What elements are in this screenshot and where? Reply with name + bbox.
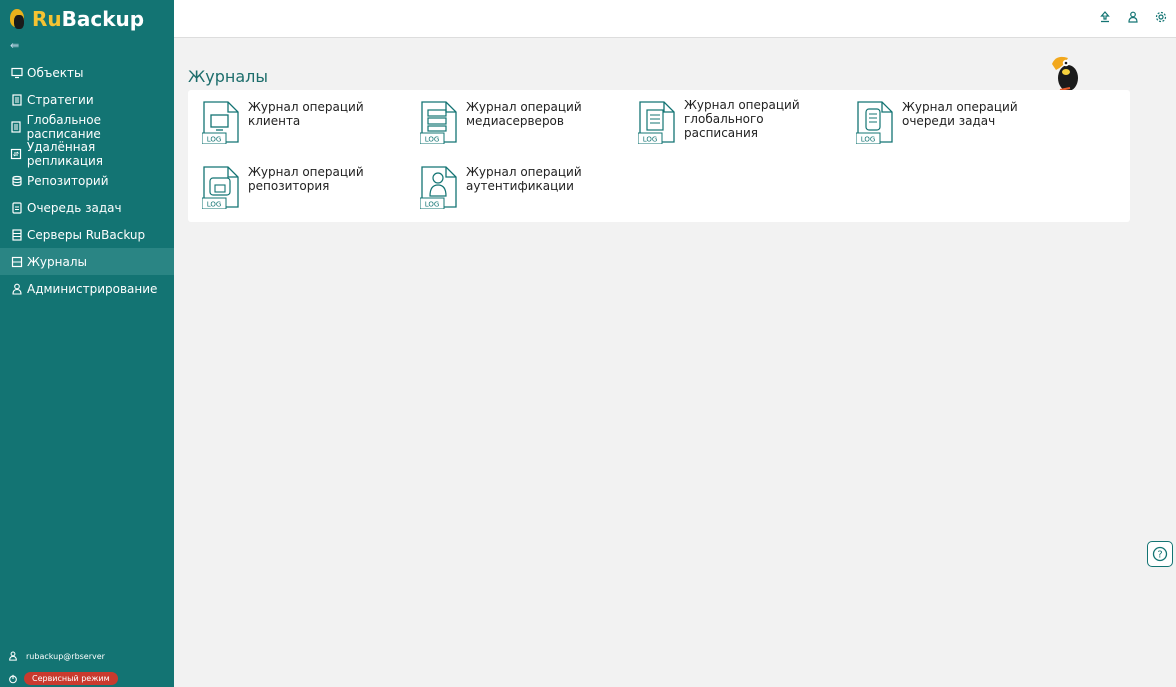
tile-label-line: репозитория (248, 179, 330, 193)
brand-part2: Backup (61, 6, 145, 31)
log-badge: LOG (207, 201, 222, 209)
brand-part1: Ru (32, 6, 62, 31)
log-badge: LOG (207, 136, 222, 144)
tile-label-line: аутентификации (466, 179, 574, 193)
sidebar-item-label: Администрирование (27, 281, 158, 296)
toucan-logo-icon (6, 7, 30, 31)
sidebar-item-label: Стратегии (27, 92, 94, 107)
sidebar-item-label: Глобальное расписание (26, 112, 101, 141)
tile-label-line: Журнал операций (248, 165, 364, 179)
settings-icon[interactable] (1154, 10, 1168, 24)
top-actions (1098, 10, 1168, 24)
tile-label: Журнал операций клиента (248, 100, 398, 128)
tile-label-line: Журнал операций (466, 165, 582, 179)
user-icon (8, 651, 18, 661)
service-mode-badge: Сервисный режим (24, 672, 118, 685)
brand-logo[interactable]: Ru Backup (0, 0, 174, 37)
auth-log-icon: LOG (419, 165, 458, 210)
tile-label-line: Журнал операций (902, 100, 1018, 114)
database-icon (10, 174, 23, 187)
queue-icon (10, 201, 23, 214)
log-badge: LOG (643, 136, 658, 144)
sidebar-item-strategies[interactable]: Стратегии (0, 86, 174, 113)
log-icon (10, 255, 23, 268)
tile-label-line: расписания (684, 126, 759, 140)
tile-label-line: клиента (248, 114, 301, 128)
sidebar-item-global-schedule[interactable]: Глобальное расписание (0, 112, 174, 141)
tile-label: Журнал операций репозитория (248, 165, 398, 193)
power-icon (8, 674, 18, 684)
collapse-menu-icon[interactable]: ⇚ (0, 37, 174, 55)
sidebar-item-objects[interactable]: Объекты (0, 59, 174, 86)
tile-label: Журнал операций очереди задач (902, 100, 1052, 128)
tile-label: Журнал операций аутентификации (466, 165, 616, 193)
schedule-icon (10, 120, 23, 133)
service-mode[interactable]: Сервисный режим (8, 672, 118, 685)
queue-log-icon: LOG (855, 100, 894, 145)
sidebar-nav: Объекты Стратегии Глобальное расписание … (0, 59, 174, 302)
sidebar-item-label: Журналы (27, 254, 87, 269)
sidebar-item-label: Удалённая репликация (26, 139, 104, 168)
log-tile-mediaservers[interactable]: LOG Журнал операций медиасерверов (419, 100, 630, 150)
tile-label-line: глобального (684, 112, 764, 126)
sidebar-item-repository[interactable]: Репозиторий (0, 167, 174, 194)
log-badge: LOG (861, 136, 876, 144)
log-tile-client[interactable]: LOG Журнал операций клиента (201, 100, 412, 150)
server-icon (10, 228, 23, 241)
username-label: rubackup@rbserver (26, 651, 105, 661)
log-badge: LOG (425, 201, 440, 209)
mediaserver-log-icon: LOG (419, 100, 458, 145)
profile-icon[interactable] (1126, 10, 1140, 24)
log-tile-global-schedule[interactable]: LOG Журнал операций глобального расписан… (637, 98, 848, 150)
monitor-icon (10, 66, 23, 79)
replication-icon (10, 147, 23, 160)
log-tile-authentication[interactable]: LOG Журнал операций аутентификации (419, 165, 630, 215)
sidebar-item-servers[interactable]: Серверы RuBackup (0, 221, 174, 248)
sidebar-item-task-queue[interactable]: Очередь задач (0, 194, 174, 221)
tile-label: Журнал операций медиасерверов (466, 100, 616, 128)
tile-label-line: Журнал операций (684, 98, 800, 112)
user-icon (10, 282, 23, 295)
logs-panel: LOG Журнал операций клиента LOG Журнал о… (188, 90, 1130, 222)
log-badge: LOG (425, 136, 440, 144)
help-button[interactable]: ? (1147, 541, 1173, 567)
sidebar-item-administration[interactable]: Администрирование (0, 275, 174, 302)
log-tile-task-queue[interactable]: LOG Журнал операций очереди задач (855, 100, 1066, 150)
tile-label-line: очереди задач (902, 114, 996, 128)
upload-icon[interactable] (1098, 10, 1112, 24)
tile-label-line: Журнал операций (248, 100, 364, 114)
sidebar-item-label: Репозиторий (27, 173, 109, 188)
sidebar-item-remote-replication[interactable]: Удалённая репликация (0, 139, 174, 168)
help-glyph: ? (1157, 550, 1162, 561)
top-bar (174, 0, 1176, 38)
sidebar-item-label: Очередь задач (27, 200, 122, 215)
sidebar-item-logs[interactable]: Журналы (0, 248, 174, 275)
tile-label-line: медиасерверов (466, 114, 564, 128)
page-title: Журналы (188, 67, 268, 86)
strategy-icon (10, 93, 23, 106)
sidebar-item-label: Серверы RuBackup (27, 227, 146, 242)
client-log-icon: LOG (201, 100, 240, 145)
tile-label: Журнал операций глобального расписания (684, 98, 834, 140)
sidebar: Ru Backup ⇚ Объекты Стратегии Глобальное … (0, 0, 174, 687)
schedule-log-icon: LOG (637, 100, 676, 145)
log-tile-repository[interactable]: LOG Журнал операций репозитория (201, 165, 412, 215)
tile-label-line: Журнал операций (466, 100, 582, 114)
sidebar-item-label: Объекты (27, 65, 84, 80)
repository-log-icon: LOG (201, 165, 240, 210)
help-icon: ? (1152, 546, 1168, 562)
current-user[interactable]: rubackup@rbserver (8, 651, 105, 661)
toucan-mascot-icon (1046, 52, 1084, 94)
